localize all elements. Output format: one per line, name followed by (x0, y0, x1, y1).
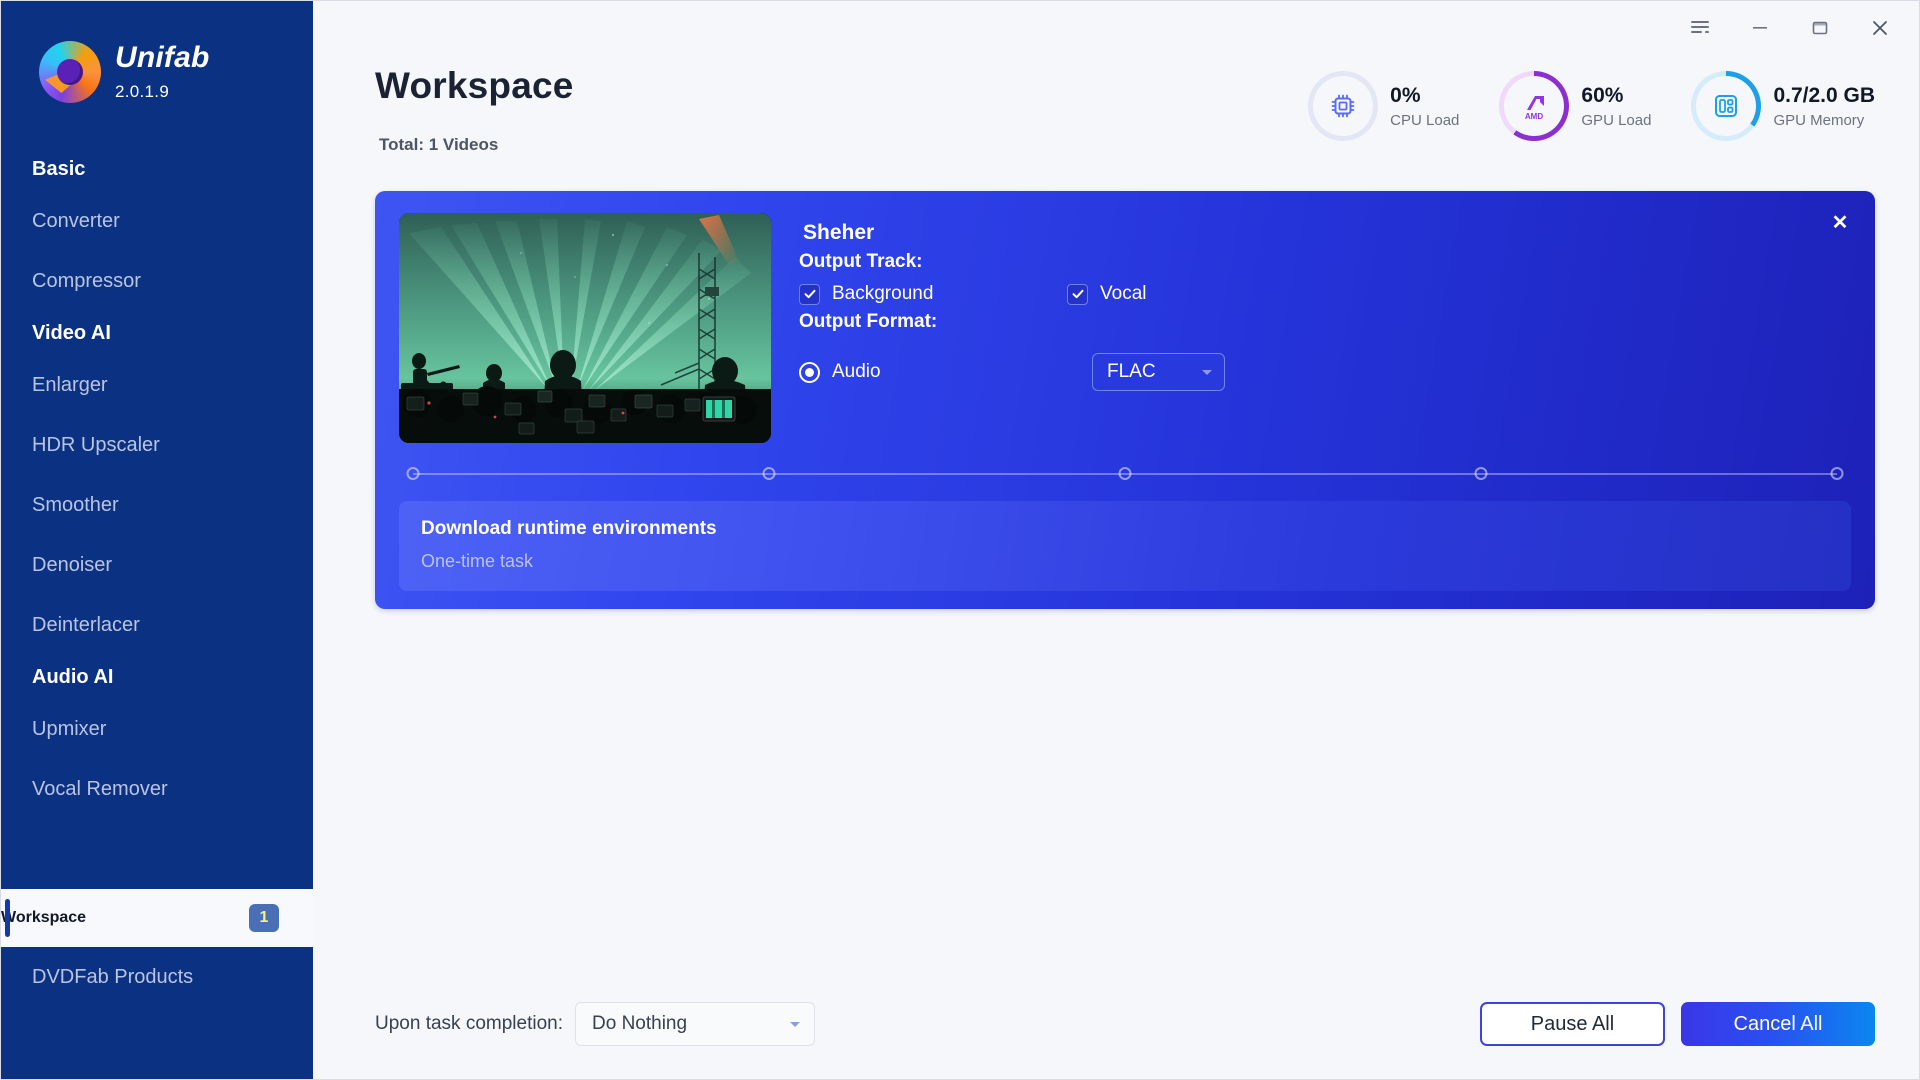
window-titlebar (313, 1, 1919, 55)
amd-gpu-icon: AMD (1516, 88, 1552, 124)
output-format-label: Output Format: (799, 311, 1851, 333)
task-thumbnail (399, 213, 771, 443)
chevron-down-icon (1202, 370, 1212, 375)
nav-group-basic: Basic (1, 147, 313, 191)
completion-action-label: Upon task completion: (375, 1013, 563, 1035)
minimize-icon[interactable] (1743, 13, 1777, 43)
footer-actions: Pause All Cancel All (1480, 1002, 1875, 1046)
radio-audio-control[interactable] (799, 362, 820, 383)
checkbox-vocal[interactable]: Vocal (1067, 283, 1146, 305)
sidebar: Unifab 2.0.1.9 Basic Converter Compresso… (1, 1, 313, 1079)
menu-icon[interactable] (1683, 13, 1717, 43)
task-progress-track (413, 473, 1837, 475)
cpu-load-value: 0% (1390, 84, 1459, 108)
audio-format-value: FLAC (1107, 361, 1156, 383)
sidebar-item-workspace[interactable]: Workspace 1 (1, 889, 313, 947)
unifab-logo-icon (39, 41, 101, 103)
check-icon (803, 287, 817, 301)
subtask-title: Download runtime environments (421, 518, 1829, 540)
gauge-gpu-load: AMD 60% GPU Load (1499, 71, 1651, 141)
svg-text:AMD: AMD (1525, 112, 1543, 121)
cancel-all-button[interactable]: Cancel All (1681, 1002, 1875, 1046)
gpu-load-ring: AMD (1499, 71, 1569, 141)
sidebar-item-compressor[interactable]: Compressor (1, 251, 313, 311)
task-details: Sheher Output Track: Background (799, 213, 1851, 443)
memory-icon (1708, 88, 1744, 124)
chevron-down-icon (790, 1022, 800, 1027)
completion-action-value: Do Nothing (592, 1013, 687, 1035)
task-card-top: Sheher Output Track: Background (399, 213, 1851, 443)
task-title: Sheher (799, 221, 1851, 245)
checkbox-background[interactable]: Background (799, 283, 1067, 305)
workspace-content: ✕ (313, 155, 1919, 609)
gauge-cpu-load: 0% CPU Load (1308, 71, 1459, 141)
checkbox-background-label: Background (832, 283, 933, 305)
sidebar-item-upmixer[interactable]: Upmixer (1, 699, 313, 759)
system-monitor-gauges: 0% CPU Load AMD 60% (1308, 71, 1875, 141)
completion-action-select[interactable]: Do Nothing (575, 1002, 815, 1046)
gauge-gpu-memory: 0.7/2.0 GB GPU Memory (1691, 71, 1875, 141)
brand-name: Unifab (115, 43, 210, 73)
audio-format-select[interactable]: FLAC (1092, 353, 1225, 391)
cpu-load-ring (1308, 71, 1378, 141)
unifab-window: Unifab 2.0.1.9 Basic Converter Compresso… (0, 0, 1920, 1080)
sidebar-item-denoiser[interactable]: Denoiser (1, 535, 313, 595)
check-icon (1071, 287, 1085, 301)
sidebar-item-dvdfab-products[interactable]: DVDFab Products (1, 947, 313, 1007)
output-format-options: Audio FLAC (799, 353, 1851, 391)
checkbox-vocal-box[interactable] (1067, 284, 1088, 305)
completion-action-group: Upon task completion: Do Nothing (375, 1002, 815, 1046)
progress-node (1475, 467, 1488, 480)
subtask-subtitle: One-time task (421, 551, 1829, 572)
page-header: Workspace Total: 1 Videos (313, 55, 1919, 155)
workspace-task-count-badge: 1 (249, 904, 279, 932)
pause-all-button[interactable]: Pause All (1480, 1002, 1665, 1046)
maximize-icon[interactable] (1803, 13, 1837, 43)
radio-audio-dot (805, 368, 814, 377)
output-track-options: Background Vocal (799, 283, 1851, 305)
gpu-load-value: 60% (1581, 84, 1651, 108)
sidebar-item-smoother[interactable]: Smoother (1, 475, 313, 535)
cpu-chip-icon (1325, 88, 1361, 124)
main-panel: Workspace Total: 1 Videos (313, 1, 1919, 1079)
sidebar-spacer (1, 819, 313, 889)
radio-audio[interactable]: Audio (799, 361, 1067, 383)
sidebar-item-workspace-label: Workspace (1, 889, 86, 947)
gpu-load-label: GPU Load (1581, 112, 1651, 129)
progress-node (407, 467, 420, 480)
gpu-memory-label: GPU Memory (1773, 112, 1875, 129)
cpu-load-label: CPU Load (1390, 112, 1459, 129)
sidebar-bottom-pad (1, 1007, 313, 1079)
subtask-panel: Download runtime environments One-time t… (399, 501, 1851, 591)
sidebar-item-deinterlacer[interactable]: Deinterlacer (1, 595, 313, 655)
checkbox-vocal-label: Vocal (1100, 283, 1146, 305)
progress-node (1831, 467, 1844, 480)
progress-node (763, 467, 776, 480)
app-version: 2.0.1.9 (115, 82, 210, 102)
sidebar-item-vocal-remover[interactable]: Vocal Remover (1, 759, 313, 819)
sidebar-item-hdr-upscaler[interactable]: HDR Upscaler (1, 415, 313, 475)
nav-group-video-ai: Video AI (1, 311, 313, 355)
app-brand: Unifab 2.0.1.9 (1, 1, 313, 103)
task-card: ✕ (375, 191, 1875, 609)
sidebar-item-enlarger[interactable]: Enlarger (1, 355, 313, 415)
gpu-memory-ring (1691, 71, 1761, 141)
close-icon[interactable] (1863, 13, 1897, 43)
progress-node (1119, 467, 1132, 480)
gpu-memory-value: 0.7/2.0 GB (1773, 84, 1875, 108)
nav-group-audio-ai: Audio AI (1, 655, 313, 699)
sidebar-nav: Basic Converter Compressor Video AI Enla… (1, 147, 313, 819)
output-track-label: Output Track: (799, 251, 1851, 273)
checkbox-background-box[interactable] (799, 284, 820, 305)
footer-bar: Upon task completion: Do Nothing Pause A… (313, 969, 1919, 1079)
sidebar-item-converter[interactable]: Converter (1, 191, 313, 251)
radio-audio-label: Audio (832, 361, 881, 383)
